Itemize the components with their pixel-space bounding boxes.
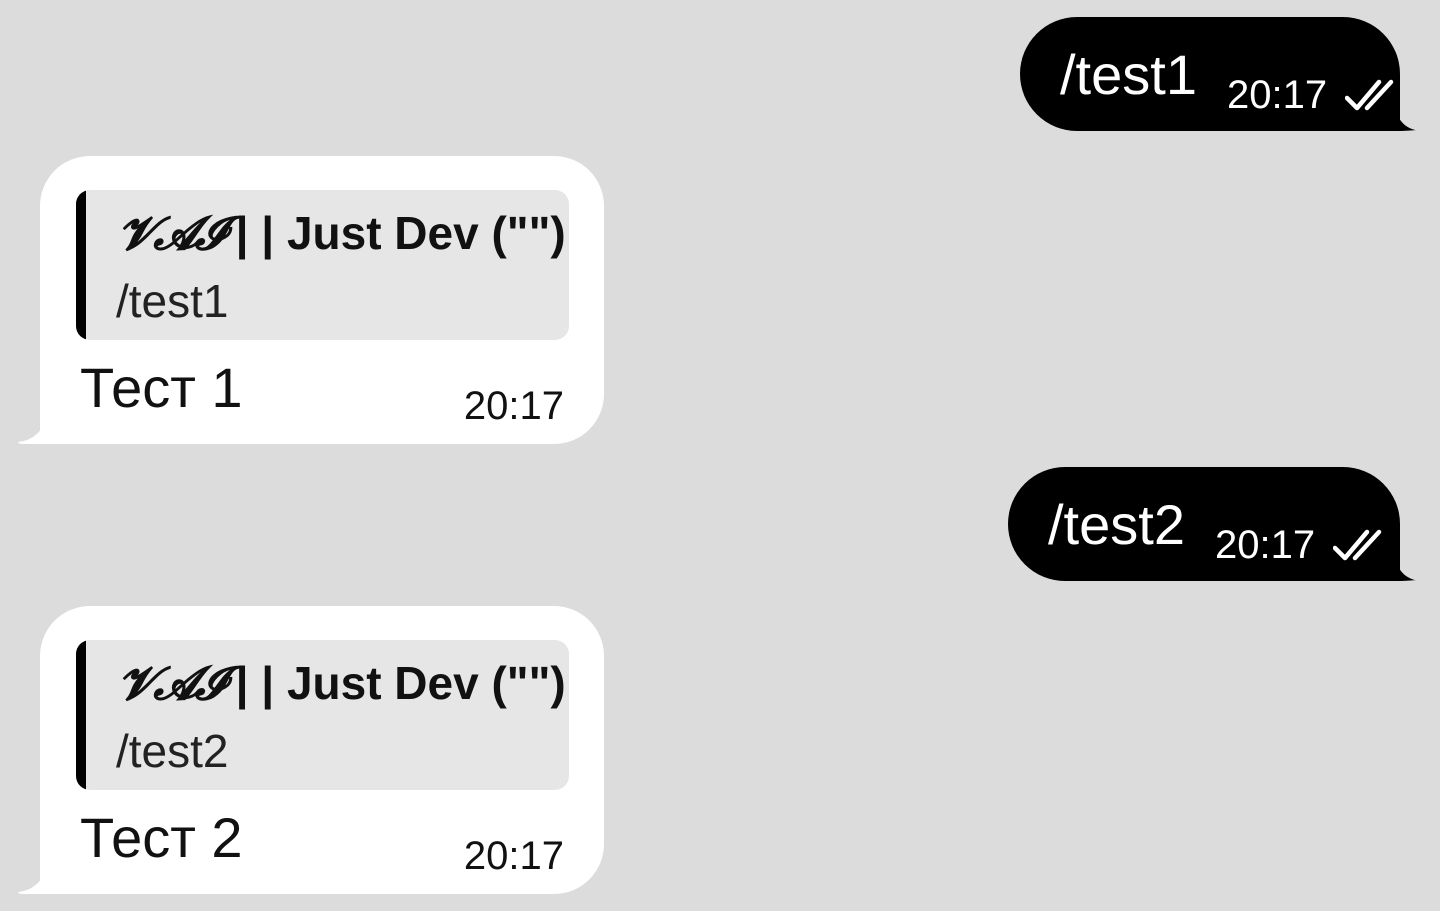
quote-bar <box>76 190 86 340</box>
quote-text: /test1 <box>116 275 229 327</box>
reply-quote[interactable]: 𝓥𝓐𝓘 | | Just Dev (""); /test1 <box>76 190 569 340</box>
message-time: 20:17 <box>463 834 564 878</box>
author-decor: 𝓥𝓐𝓘 <box>118 206 226 260</box>
incoming-message[interactable]: 𝓥𝓐𝓘 | | Just Dev (""); /test2 Тест 2 20:… <box>40 606 604 894</box>
quote-author: 𝓥𝓐𝓘 | | Just Dev (""); <box>118 206 569 260</box>
quote-author: 𝓥𝓐𝓘 | | Just Dev (""); <box>118 656 569 710</box>
outgoing-message[interactable]: /test1 20:17 <box>1020 17 1400 131</box>
outgoing-message[interactable]: /test2 20:17 <box>1008 467 1400 581</box>
author-name: | | Just Dev (""); <box>222 657 569 709</box>
bubble-tail <box>1394 551 1420 581</box>
message-time: 20:17 <box>1214 523 1316 567</box>
message-time: 20:17 <box>1226 73 1328 117</box>
reply-quote[interactable]: 𝓥𝓐𝓘 | | Just Dev (""); /test2 <box>76 640 569 790</box>
message-text: Тест 2 <box>80 806 243 869</box>
quote-bar <box>76 640 86 790</box>
bubble-tail <box>1394 101 1420 131</box>
incoming-message[interactable]: 𝓥𝓐𝓘 | | Just Dev (""); /test1 Тест 1 20:… <box>40 156 604 444</box>
message-meta: 20:17 <box>1215 521 1391 569</box>
message-time: 20:17 <box>463 384 564 428</box>
bubble-tail <box>18 408 48 444</box>
double-check-icon <box>1333 529 1382 561</box>
quote-text: /test2 <box>116 725 229 777</box>
bubble-tail <box>18 858 48 894</box>
author-name: | | Just Dev (""); <box>222 207 569 259</box>
message-text: /test2 <box>1048 493 1185 556</box>
message-meta: 20:17 <box>1227 71 1403 119</box>
message-text: /test1 <box>1060 43 1197 106</box>
author-decor: 𝓥𝓐𝓘 <box>118 656 226 710</box>
message-text: Тест 1 <box>80 356 243 419</box>
